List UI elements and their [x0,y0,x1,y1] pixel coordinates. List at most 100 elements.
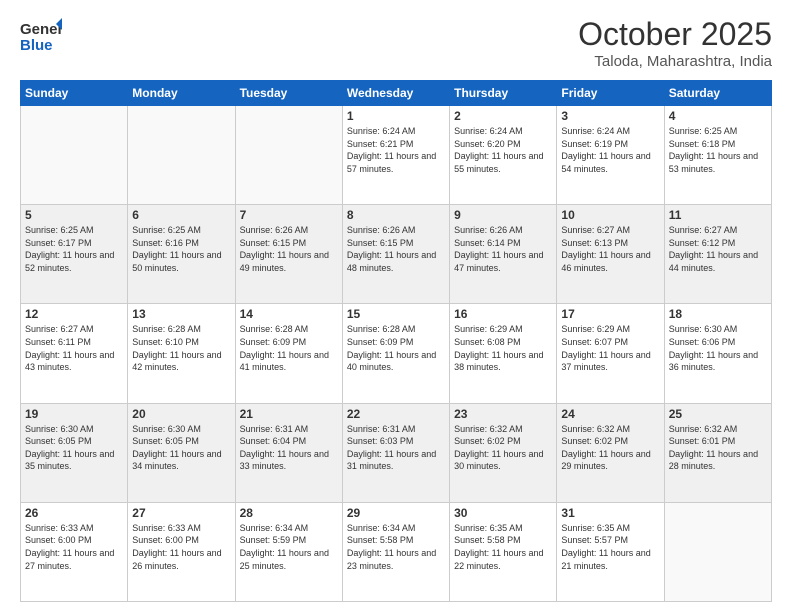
calendar-cell: 15 Sunrise: 6:28 AMSunset: 6:09 PMDayligh… [342,304,449,403]
weekday-header: Wednesday [342,81,449,106]
day-number: 3 [561,109,659,123]
svg-text:Blue: Blue [20,37,53,54]
calendar-cell: 11 Sunrise: 6:27 AMSunset: 6:12 PMDayligh… [664,205,771,304]
calendar-cell: 14 Sunrise: 6:28 AMSunset: 6:09 PMDayligh… [235,304,342,403]
day-number: 30 [454,506,552,520]
calendar-cell: 30 Sunrise: 6:35 AMSunset: 5:58 PMDayligh… [450,502,557,601]
calendar-week-row: 12Sunrise: 6:27 AMSunset: 6:11 PMDayligh… [21,304,772,403]
day-info: Sunrise: 6:24 AMSunset: 6:20 PMDaylight:… [454,125,552,175]
day-info: Sunrise: 6:25 AMSunset: 6:18 PMDaylight:… [669,125,767,175]
day-number: 14 [240,307,338,321]
day-number: 28 [240,506,338,520]
day-info: Sunrise: 6:27 AMSunset: 6:13 PMDaylight:… [561,224,659,274]
day-number: 27 [132,506,230,520]
calendar-cell: 12Sunrise: 6:27 AMSunset: 6:11 PMDayligh… [21,304,128,403]
day-info: Sunrise: 6:25 AMSunset: 6:17 PMDaylight:… [25,224,123,274]
day-number: 20 [132,407,230,421]
svg-text:General: General [20,21,62,38]
location-title: Taloda, Maharashtra, India [578,53,772,70]
calendar-cell: 2 Sunrise: 6:24 AMSunset: 6:20 PMDaylight… [450,106,557,205]
day-info: Sunrise: 6:24 AMSunset: 6:19 PMDaylight:… [561,125,659,175]
calendar-cell: 26 Sunrise: 6:33 AMSunset: 6:00 PMDayligh… [21,502,128,601]
day-info: Sunrise: 6:25 AMSunset: 6:16 PMDaylight:… [132,224,230,274]
weekday-header: Tuesday [235,81,342,106]
calendar-cell [128,106,235,205]
calendar-cell: 29Sunrise: 6:34 AMSunset: 5:58 PMDayligh… [342,502,449,601]
day-number: 1 [347,109,445,123]
calendar-cell: 31 Sunrise: 6:35 AMSunset: 5:57 PMDayligh… [557,502,664,601]
calendar-cell: 22 Sunrise: 6:31 AMSunset: 6:03 PMDayligh… [342,403,449,502]
day-info: Sunrise: 6:32 AMSunset: 6:01 PMDaylight:… [669,423,767,473]
weekday-header: Friday [557,81,664,106]
calendar-week-row: 1 Sunrise: 6:24 AMSunset: 6:21 PMDaylight… [21,106,772,205]
day-info: Sunrise: 6:35 AMSunset: 5:58 PMDaylight:… [454,522,552,572]
day-number: 11 [669,208,767,222]
day-info: Sunrise: 6:28 AMSunset: 6:10 PMDaylight:… [132,323,230,373]
day-info: Sunrise: 6:31 AMSunset: 6:04 PMDaylight:… [240,423,338,473]
calendar-cell: 5Sunrise: 6:25 AMSunset: 6:17 PMDaylight… [21,205,128,304]
day-info: Sunrise: 6:28 AMSunset: 6:09 PMDaylight:… [347,323,445,373]
calendar-cell: 10 Sunrise: 6:27 AMSunset: 6:13 PMDayligh… [557,205,664,304]
calendar-cell [664,502,771,601]
logo-icon: General Blue [20,16,62,56]
day-number: 18 [669,307,767,321]
day-number: 23 [454,407,552,421]
calendar-cell: 25 Sunrise: 6:32 AMSunset: 6:01 PMDayligh… [664,403,771,502]
calendar-week-row: 26 Sunrise: 6:33 AMSunset: 6:00 PMDayligh… [21,502,772,601]
calendar-cell: 28 Sunrise: 6:34 AMSunset: 5:59 PMDayligh… [235,502,342,601]
day-number: 6 [132,208,230,222]
day-number: 12 [25,307,123,321]
day-info: Sunrise: 6:31 AMSunset: 6:03 PMDaylight:… [347,423,445,473]
page: General Blue October 2025 Taloda, Mahara… [0,0,792,612]
day-number: 7 [240,208,338,222]
day-number: 22 [347,407,445,421]
header: General Blue October 2025 Taloda, Mahara… [20,16,772,70]
calendar-cell: 19 Sunrise: 6:30 AMSunset: 6:05 PMDayligh… [21,403,128,502]
day-info: Sunrise: 6:32 AMSunset: 6:02 PMDaylight:… [561,423,659,473]
day-number: 4 [669,109,767,123]
day-info: Sunrise: 6:29 AMSunset: 6:07 PMDaylight:… [561,323,659,373]
calendar-cell: 18 Sunrise: 6:30 AMSunset: 6:06 PMDayligh… [664,304,771,403]
day-info: Sunrise: 6:30 AMSunset: 6:05 PMDaylight:… [25,423,123,473]
calendar-cell: 8 Sunrise: 6:26 AMSunset: 6:15 PMDaylight… [342,205,449,304]
calendar-cell: 27 Sunrise: 6:33 AMSunset: 6:00 PMDayligh… [128,502,235,601]
calendar-week-row: 19 Sunrise: 6:30 AMSunset: 6:05 PMDayligh… [21,403,772,502]
day-info: Sunrise: 6:34 AMSunset: 5:58 PMDaylight:… [347,522,445,572]
day-number: 10 [561,208,659,222]
weekday-header: Saturday [664,81,771,106]
calendar-header-row: SundayMondayTuesdayWednesdayThursdayFrid… [21,81,772,106]
calendar-cell: 4 Sunrise: 6:25 AMSunset: 6:18 PMDaylight… [664,106,771,205]
calendar-cell: 7 Sunrise: 6:26 AMSunset: 6:15 PMDaylight… [235,205,342,304]
calendar-cell: 24Sunrise: 6:32 AMSunset: 6:02 PMDayligh… [557,403,664,502]
day-number: 26 [25,506,123,520]
day-number: 2 [454,109,552,123]
day-number: 16 [454,307,552,321]
calendar-cell: 3 Sunrise: 6:24 AMSunset: 6:19 PMDaylight… [557,106,664,205]
day-info: Sunrise: 6:26 AMSunset: 6:15 PMDaylight:… [240,224,338,274]
title-block: October 2025 Taloda, Maharashtra, India [578,16,772,70]
day-info: Sunrise: 6:30 AMSunset: 6:06 PMDaylight:… [669,323,767,373]
day-info: Sunrise: 6:27 AMSunset: 6:12 PMDaylight:… [669,224,767,274]
day-number: 21 [240,407,338,421]
calendar-table: SundayMondayTuesdayWednesdayThursdayFrid… [20,80,772,602]
calendar-cell: 16 Sunrise: 6:29 AMSunset: 6:08 PMDayligh… [450,304,557,403]
day-number: 8 [347,208,445,222]
calendar-cell: 9Sunrise: 6:26 AMSunset: 6:14 PMDaylight… [450,205,557,304]
day-info: Sunrise: 6:24 AMSunset: 6:21 PMDaylight:… [347,125,445,175]
calendar-week-row: 5Sunrise: 6:25 AMSunset: 6:17 PMDaylight… [21,205,772,304]
day-number: 19 [25,407,123,421]
day-info: Sunrise: 6:35 AMSunset: 5:57 PMDaylight:… [561,522,659,572]
calendar-cell: 13 Sunrise: 6:28 AMSunset: 6:10 PMDayligh… [128,304,235,403]
day-info: Sunrise: 6:33 AMSunset: 6:00 PMDaylight:… [132,522,230,572]
day-info: Sunrise: 6:26 AMSunset: 6:15 PMDaylight:… [347,224,445,274]
day-info: Sunrise: 6:34 AMSunset: 5:59 PMDaylight:… [240,522,338,572]
calendar-cell [21,106,128,205]
day-info: Sunrise: 6:30 AMSunset: 6:05 PMDaylight:… [132,423,230,473]
day-number: 15 [347,307,445,321]
day-number: 13 [132,307,230,321]
day-number: 25 [669,407,767,421]
day-info: Sunrise: 6:29 AMSunset: 6:08 PMDaylight:… [454,323,552,373]
day-number: 31 [561,506,659,520]
day-info: Sunrise: 6:28 AMSunset: 6:09 PMDaylight:… [240,323,338,373]
day-info: Sunrise: 6:33 AMSunset: 6:00 PMDaylight:… [25,522,123,572]
